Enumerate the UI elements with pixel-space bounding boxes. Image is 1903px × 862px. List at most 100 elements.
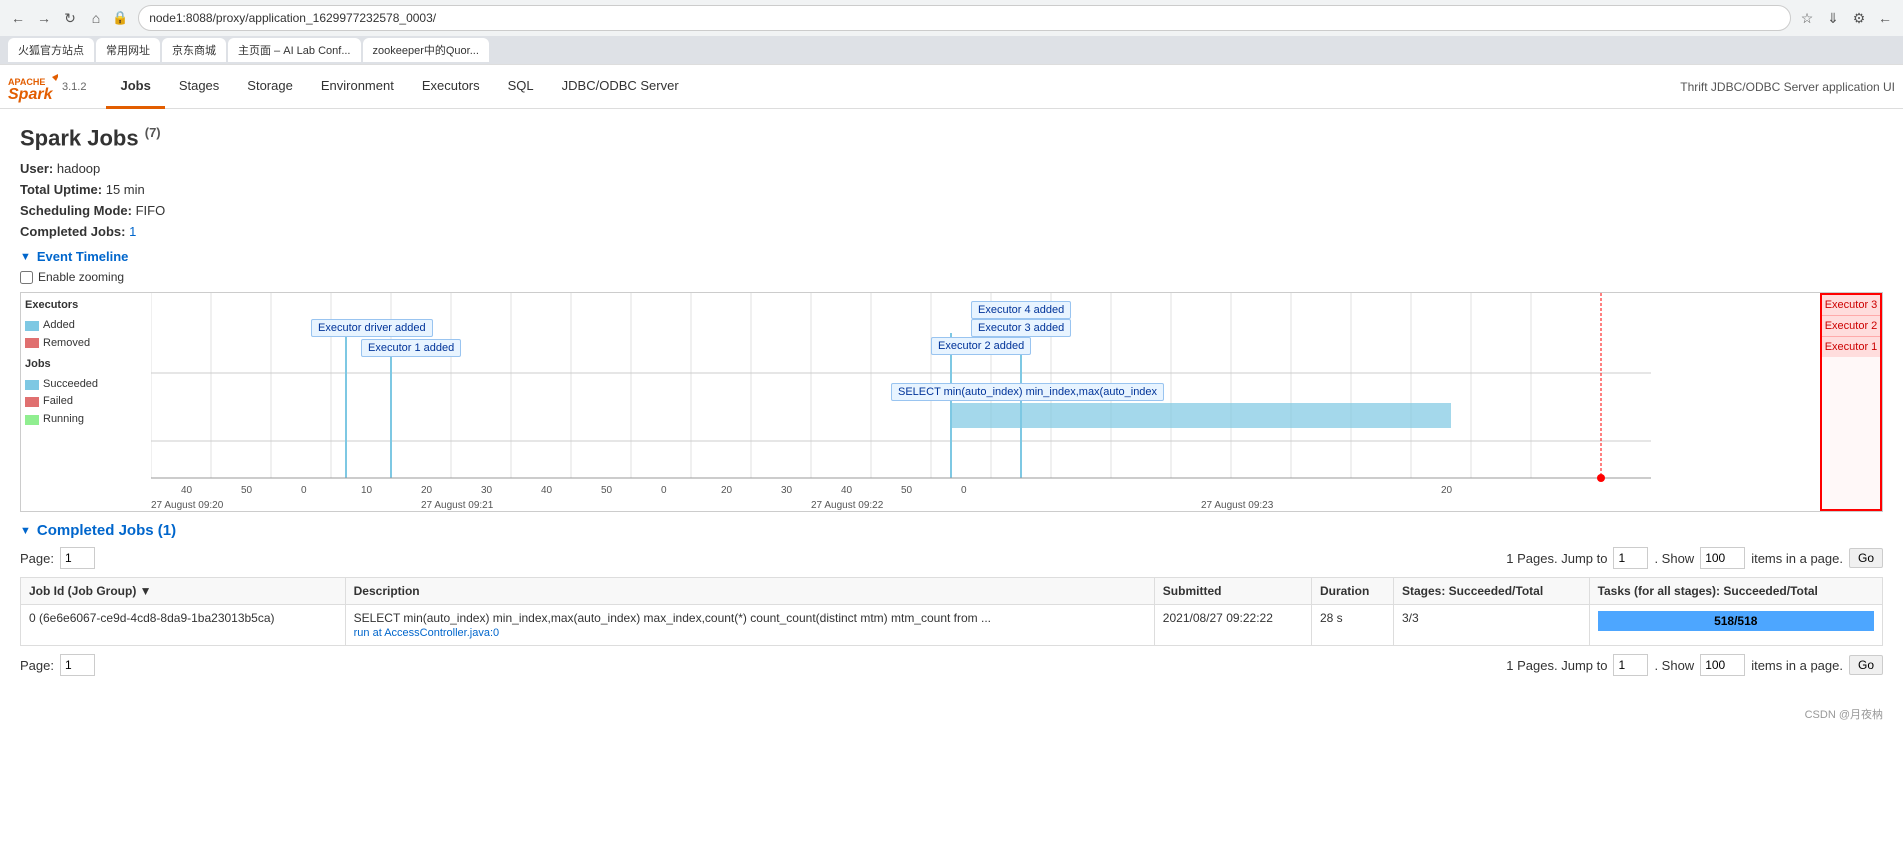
browser-toolbar: ← → ↻ ⌂ 🔒 ☆ ⇓ ⚙ ← bbox=[0, 0, 1903, 36]
items-label-bottom: items in a page. bbox=[1751, 658, 1843, 673]
legend-added: Added bbox=[25, 317, 98, 335]
tooltip-job-select: SELECT min(auto_index) min_index,max(aut… bbox=[891, 383, 1164, 401]
timeline-arrow-icon: ▼ bbox=[20, 251, 31, 263]
svg-text:Spark: Spark bbox=[8, 86, 54, 103]
removed-color bbox=[25, 338, 39, 348]
browser-chrome: ← → ↻ ⌂ 🔒 ☆ ⇓ ⚙ ← 火狐官方站点 常用网址 京东商城 主页面 –… bbox=[0, 0, 1903, 65]
svg-text:50: 50 bbox=[241, 485, 253, 496]
added-color bbox=[25, 321, 39, 331]
nav-sql[interactable]: SQL bbox=[494, 65, 548, 109]
extensions-button[interactable]: ⚙ bbox=[1849, 8, 1869, 28]
cell-duration: 28 s bbox=[1311, 605, 1393, 646]
spark-version: 3.1.2 bbox=[62, 81, 86, 93]
svg-text:30: 30 bbox=[481, 485, 493, 496]
th-tasks[interactable]: Tasks (for all stages): Succeeded/Total bbox=[1589, 578, 1882, 605]
go-button-top[interactable]: Go bbox=[1849, 548, 1883, 568]
spark-nav: APACHE Spark 3.1.2 Jobs Stages Storage E… bbox=[0, 65, 1903, 109]
th-duration[interactable]: Duration bbox=[1311, 578, 1393, 605]
refresh-button[interactable]: ↻ bbox=[60, 8, 80, 28]
completed-jobs-toggle[interactable]: ▼ Completed Jobs (1) bbox=[20, 522, 1883, 539]
tab-4[interactable]: 主页面 – AI Lab Conf... bbox=[228, 38, 361, 62]
cell-tasks: 518/518 bbox=[1589, 605, 1882, 646]
jump-to-input-bottom[interactable] bbox=[1613, 654, 1648, 676]
event-timeline-toggle[interactable]: ▼ Event Timeline bbox=[20, 249, 1883, 264]
succeeded-color bbox=[25, 380, 39, 390]
legend-executors-label: Executors bbox=[25, 297, 98, 315]
completed-jobs-link[interactable]: 1 bbox=[129, 224, 136, 239]
address-bar[interactable] bbox=[138, 5, 1791, 31]
pagination-right-bottom: 1 Pages. Jump to . Show items in a page.… bbox=[1506, 654, 1883, 676]
forward-button[interactable]: → bbox=[34, 8, 54, 28]
svg-text:27 August 09:22: 27 August 09:22 bbox=[811, 500, 884, 511]
back-nav-button[interactable]: ← bbox=[1875, 8, 1895, 28]
running-color bbox=[25, 415, 39, 425]
svg-text:0: 0 bbox=[301, 485, 307, 496]
nav-storage[interactable]: Storage bbox=[233, 65, 307, 109]
cell-stages: 3/3 bbox=[1394, 605, 1590, 646]
enable-zoom-label: Enable zooming bbox=[38, 270, 124, 284]
page-content: Spark Jobs (7) User: hadoop Total Uptime… bbox=[0, 109, 1903, 700]
nav-executors[interactable]: Executors bbox=[408, 65, 494, 109]
show-input-bottom[interactable] bbox=[1700, 654, 1745, 676]
th-job-id[interactable]: Job Id (Job Group) ▼ bbox=[21, 578, 346, 605]
th-description[interactable]: Description bbox=[345, 578, 1154, 605]
tasks-bar-text: 518/518 bbox=[1598, 614, 1874, 628]
tab-1[interactable]: 火狐官方站点 bbox=[8, 38, 94, 62]
pagination-bottom: Page: 1 Pages. Jump to . Show items in a… bbox=[20, 654, 1883, 676]
tasks-bar: 518/518 bbox=[1598, 611, 1874, 631]
pagination-right-top: 1 Pages. Jump to . Show items in a page.… bbox=[1506, 547, 1883, 569]
enable-zoom-checkbox[interactable] bbox=[20, 271, 33, 284]
show-input-top[interactable] bbox=[1700, 547, 1745, 569]
tab-3[interactable]: 京东商城 bbox=[162, 38, 226, 62]
pages-info: 1 Pages. Jump to bbox=[1506, 551, 1607, 566]
tooltip-executor-1: Executor 1 added bbox=[361, 339, 461, 357]
legend-failed: Failed bbox=[25, 393, 98, 411]
tab-5[interactable]: zookeeper中的Quor... bbox=[363, 38, 489, 62]
svg-text:10: 10 bbox=[361, 485, 373, 496]
run-at-link[interactable]: run at AccessController.java:0 bbox=[354, 627, 500, 639]
executor-right-panel: Executor 3 Executor 2 Executor 1 bbox=[1820, 293, 1882, 511]
completed-arrow-icon: ▼ bbox=[20, 525, 31, 537]
spark-logo: APACHE Spark 3.1.2 bbox=[8, 69, 86, 105]
back-button[interactable]: ← bbox=[8, 8, 28, 28]
tooltip-executor-3: Executor 3 added bbox=[971, 319, 1071, 337]
timeline-legend: Executors Added Removed Jobs Succeeded F… bbox=[25, 297, 98, 428]
nav-environment[interactable]: Environment bbox=[307, 65, 408, 109]
description-text: SELECT min(auto_index) min_index,max(aut… bbox=[354, 611, 1146, 625]
th-stages[interactable]: Stages: Succeeded/Total bbox=[1394, 578, 1590, 605]
page-input-top[interactable] bbox=[60, 547, 95, 569]
lock-icon: 🔒 bbox=[112, 10, 128, 26]
page-title: Spark Jobs (7) bbox=[20, 125, 1883, 151]
job-count: (7) bbox=[145, 125, 161, 140]
page-input-bottom[interactable] bbox=[60, 654, 95, 676]
svg-text:0: 0 bbox=[661, 485, 667, 496]
svg-text:27 August 09:23: 27 August 09:23 bbox=[1201, 500, 1274, 511]
pagination-top: Page: 1 Pages. Jump to . Show items in a… bbox=[20, 547, 1883, 569]
go-button-bottom[interactable]: Go bbox=[1849, 655, 1883, 675]
jump-to-input-top[interactable] bbox=[1613, 547, 1648, 569]
th-submitted[interactable]: Submitted bbox=[1154, 578, 1311, 605]
main-nav: Jobs Stages Storage Environment Executor… bbox=[106, 65, 692, 109]
home-button[interactable]: ⌂ bbox=[86, 8, 106, 28]
nav-jobs[interactable]: Jobs bbox=[106, 65, 164, 109]
event-timeline-label: Event Timeline bbox=[37, 249, 129, 264]
bookmark-button[interactable]: ☆ bbox=[1797, 8, 1817, 28]
page-label: Page: bbox=[20, 551, 54, 566]
failed-color bbox=[25, 397, 39, 407]
svg-text:40: 40 bbox=[841, 485, 853, 496]
tooltip-executor-4: Executor 4 added bbox=[971, 301, 1071, 319]
nav-right-text: Thrift JDBC/ODBC Server application UI bbox=[1680, 80, 1895, 94]
legend-jobs-label: Jobs bbox=[25, 356, 98, 374]
nav-stages[interactable]: Stages bbox=[165, 65, 233, 109]
scheduling-info: Scheduling Mode: FIFO bbox=[20, 203, 1883, 218]
nav-jdbc[interactable]: JDBC/ODBC Server bbox=[548, 65, 693, 109]
download-button[interactable]: ⇓ bbox=[1823, 8, 1843, 28]
svg-text:40: 40 bbox=[181, 485, 193, 496]
items-label: items in a page. bbox=[1751, 551, 1843, 566]
tab-2[interactable]: 常用网址 bbox=[96, 38, 160, 62]
completed-jobs-info: Completed Jobs: 1 bbox=[20, 224, 1883, 239]
legend-removed: Removed bbox=[25, 335, 98, 353]
user-info: User: hadoop bbox=[20, 161, 1883, 176]
svg-text:27 August 09:20: 27 August 09:20 bbox=[151, 500, 224, 511]
browser-tabs-bar: 火狐官方站点 常用网址 京东商城 主页面 – AI Lab Conf... zo… bbox=[0, 36, 1903, 64]
